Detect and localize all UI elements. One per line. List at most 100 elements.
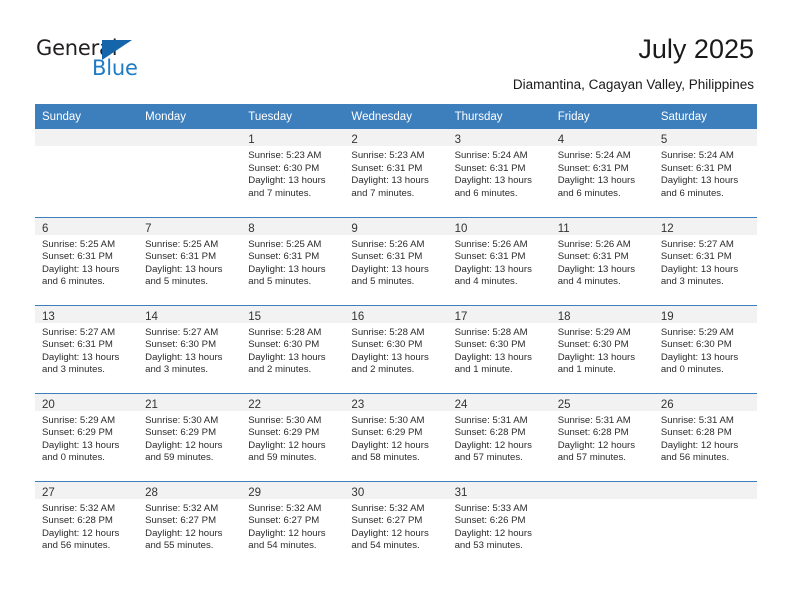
calendar-day-cell-empty bbox=[138, 129, 242, 217]
day-number-band: 12 bbox=[653, 217, 757, 235]
calendar-day-cell[interactable]: 21 Sunrise: 5:30 AM Sunset: 6:29 PM Dayligh… bbox=[138, 392, 242, 481]
day-details: Sunrise: 5:31 AM Sunset: 6:28 PM Daylight:… bbox=[448, 411, 551, 465]
calendar-day-cell[interactable]: 19 Sunrise: 5:29 AM Sunset: 6:30 PM Dayligh… bbox=[653, 304, 757, 393]
calendar-day-cell[interactable]: 7 Sunrise: 5:25 AM Sunset: 6:31 PM Daylight… bbox=[138, 216, 242, 305]
daylight-text-line1: Daylight: 13 hours bbox=[351, 351, 429, 363]
daylight-text-line2: and 1 minute. bbox=[557, 364, 616, 376]
day-number-band bbox=[35, 129, 139, 146]
day-number: 31 bbox=[454, 486, 468, 499]
day-number: 1 bbox=[248, 134, 255, 146]
sunrise-text: Sunrise: 5:30 AM bbox=[351, 414, 425, 426]
calendar-day-cell[interactable]: 10 Sunrise: 5:26 AM Sunset: 6:31 PM Dayligh… bbox=[447, 216, 551, 305]
calendar-day-cell[interactable]: 11 Sunrise: 5:26 AM Sunset: 6:31 PM Dayligh… bbox=[550, 216, 654, 305]
calendar-day-cell[interactable]: 4 Sunrise: 5:24 AM Sunset: 6:31 PM Daylight… bbox=[550, 129, 654, 217]
month-calendar: Sunday Monday Tuesday Wednesday Thursday… bbox=[35, 104, 757, 569]
calendar-day-cell[interactable]: 18 Sunrise: 5:29 AM Sunset: 6:30 PM Dayligh… bbox=[550, 304, 654, 393]
day-details: Sunrise: 5:29 AM Sunset: 6:29 PM Daylight:… bbox=[35, 411, 138, 465]
calendar-day-cell[interactable]: 1 Sunrise: 5:23 AM Sunset: 6:30 PM Daylight… bbox=[241, 129, 345, 217]
day-details: Sunrise: 5:30 AM Sunset: 6:29 PM Daylight:… bbox=[138, 411, 241, 465]
daylight-text-line1: Daylight: 13 hours bbox=[248, 175, 326, 187]
daylight-text-line2: and 4 minutes. bbox=[454, 276, 518, 288]
calendar-day-cell[interactable]: 13 Sunrise: 5:27 AM Sunset: 6:31 PM Dayligh… bbox=[35, 304, 139, 393]
day-number-band: 4 bbox=[550, 129, 654, 146]
day-number: 10 bbox=[454, 222, 468, 235]
weekday-header-wednesday: Wednesday bbox=[344, 104, 448, 129]
calendar-day-cell[interactable]: 24 Sunrise: 5:31 AM Sunset: 6:28 PM Dayligh… bbox=[447, 392, 551, 481]
day-details: Sunrise: 5:26 AM Sunset: 6:31 PM Daylight:… bbox=[344, 235, 447, 289]
day-details: Sunrise: 5:30 AM Sunset: 6:29 PM Daylight:… bbox=[241, 411, 344, 465]
sunset-text: Sunset: 6:27 PM bbox=[248, 515, 320, 527]
day-number-band: 15 bbox=[241, 305, 345, 323]
weekday-header-saturday: Saturday bbox=[653, 104, 757, 129]
sunrise-text: Sunrise: 5:31 AM bbox=[557, 414, 631, 426]
day-number: 15 bbox=[248, 310, 262, 323]
calendar-day-cell[interactable]: 15 Sunrise: 5:28 AM Sunset: 6:30 PM Dayligh… bbox=[241, 304, 345, 393]
sunrise-text: Sunrise: 5:32 AM bbox=[42, 502, 116, 514]
calendar-day-cell[interactable]: 17 Sunrise: 5:28 AM Sunset: 6:30 PM Dayligh… bbox=[447, 304, 551, 393]
calendar-day-cell[interactable]: 5 Sunrise: 5:24 AM Sunset: 6:31 PM Daylight… bbox=[653, 129, 757, 217]
day-number-band: 1 bbox=[241, 129, 345, 146]
sunset-text: Sunset: 6:30 PM bbox=[248, 162, 320, 174]
calendar-day-cell[interactable]: 27 Sunrise: 5:32 AM Sunset: 6:28 PM Dayligh… bbox=[35, 480, 139, 569]
calendar-day-cell[interactable]: 9 Sunrise: 5:26 AM Sunset: 6:31 PM Daylight… bbox=[344, 216, 448, 305]
calendar-day-cell[interactable]: 29 Sunrise: 5:32 AM Sunset: 6:27 PM Dayligh… bbox=[241, 480, 345, 569]
sunrise-text: Sunrise: 5:30 AM bbox=[248, 414, 322, 426]
calendar-day-cell[interactable]: 22 Sunrise: 5:30 AM Sunset: 6:29 PM Dayligh… bbox=[241, 392, 345, 481]
calendar-day-cell[interactable]: 14 Sunrise: 5:27 AM Sunset: 6:30 PM Dayligh… bbox=[138, 304, 242, 393]
daylight-text-line1: Daylight: 13 hours bbox=[557, 351, 636, 363]
daylight-text-line2: and 59 minutes. bbox=[145, 452, 214, 464]
calendar-day-cell[interactable]: 12 Sunrise: 5:27 AM Sunset: 6:31 PM Dayligh… bbox=[653, 216, 757, 305]
calendar-day-cell[interactable]: 8 Sunrise: 5:25 AM Sunset: 6:31 PM Daylight… bbox=[241, 216, 345, 305]
calendar-day-cell[interactable]: 6 Sunrise: 5:25 AM Sunset: 6:31 PM Daylight… bbox=[35, 216, 139, 305]
sunrise-text: Sunrise: 5:29 AM bbox=[42, 414, 116, 426]
calendar-day-cell-empty bbox=[35, 129, 139, 217]
calendar-day-cell[interactable]: 16 Sunrise: 5:28 AM Sunset: 6:30 PM Dayligh… bbox=[344, 304, 448, 393]
day-details: Sunrise: 5:23 AM Sunset: 6:31 PM Daylight:… bbox=[344, 146, 447, 200]
daylight-text-line1: Daylight: 13 hours bbox=[454, 263, 532, 275]
sunset-text: Sunset: 6:31 PM bbox=[557, 162, 629, 174]
calendar-day-cell[interactable]: 2 Sunrise: 5:23 AM Sunset: 6:31 PM Daylight… bbox=[344, 129, 448, 217]
calendar-day-cell[interactable]: 3 Sunrise: 5:24 AM Sunset: 6:31 PM Daylight… bbox=[447, 129, 551, 217]
sunrise-text: Sunrise: 5:32 AM bbox=[248, 502, 322, 514]
weekday-header-thursday: Thursday bbox=[447, 104, 551, 129]
calendar-week-row: 20 Sunrise: 5:29 AM Sunset: 6:29 PM Dayligh… bbox=[35, 392, 757, 481]
sunset-text: Sunset: 6:31 PM bbox=[42, 251, 113, 263]
calendar-day-cell[interactable]: 30 Sunrise: 5:32 AM Sunset: 6:27 PM Dayligh… bbox=[344, 480, 448, 569]
day-details: Sunrise: 5:28 AM Sunset: 6:30 PM Daylight:… bbox=[241, 323, 344, 377]
calendar-day-cell[interactable]: 20 Sunrise: 5:29 AM Sunset: 6:29 PM Dayligh… bbox=[35, 392, 139, 481]
day-number-band: 19 bbox=[653, 305, 757, 323]
calendar-day-cell[interactable]: 26 Sunrise: 5:31 AM Sunset: 6:28 PM Dayligh… bbox=[653, 392, 757, 481]
daylight-text-line1: Daylight: 13 hours bbox=[42, 439, 120, 451]
daylight-text-line2: and 5 minutes. bbox=[248, 276, 312, 288]
daylight-text-line2: and 7 minutes. bbox=[351, 187, 415, 199]
day-number-band: 23 bbox=[344, 393, 448, 411]
daylight-text-line1: Daylight: 13 hours bbox=[42, 351, 120, 363]
daylight-text-line2: and 2 minutes. bbox=[351, 364, 415, 376]
day-details: Sunrise: 5:25 AM Sunset: 6:31 PM Daylight:… bbox=[35, 235, 138, 289]
day-number: 25 bbox=[557, 398, 571, 411]
sunrise-text: Sunrise: 5:33 AM bbox=[454, 502, 528, 514]
day-number: 2 bbox=[351, 134, 358, 146]
sunrise-text: Sunrise: 5:28 AM bbox=[351, 326, 425, 338]
sunset-text: Sunset: 6:29 PM bbox=[145, 427, 217, 439]
calendar-day-cell[interactable]: 23 Sunrise: 5:30 AM Sunset: 6:29 PM Dayligh… bbox=[344, 392, 448, 481]
day-number-band: 9 bbox=[344, 217, 448, 235]
calendar-day-cell[interactable]: 28 Sunrise: 5:32 AM Sunset: 6:27 PM Dayligh… bbox=[138, 480, 242, 569]
calendar-day-cell[interactable]: 31 Sunrise: 5:33 AM Sunset: 6:26 PM Dayligh… bbox=[447, 480, 551, 569]
general-blue-logo[interactable]: General Blue bbox=[36, 36, 176, 84]
daylight-text-line2: and 0 minutes. bbox=[42, 452, 105, 464]
sunset-text: Sunset: 6:29 PM bbox=[42, 427, 113, 439]
weekday-header-monday: Monday bbox=[138, 104, 242, 129]
daylight-text-line1: Daylight: 13 hours bbox=[557, 263, 636, 275]
calendar-day-cell[interactable]: 25 Sunrise: 5:31 AM Sunset: 6:28 PM Dayligh… bbox=[550, 392, 654, 481]
daylight-text-line1: Daylight: 12 hours bbox=[145, 527, 223, 539]
sunrise-text: Sunrise: 5:28 AM bbox=[454, 326, 528, 338]
sunset-text: Sunset: 6:30 PM bbox=[557, 339, 629, 351]
daylight-text-line1: Daylight: 13 hours bbox=[454, 351, 532, 363]
sunset-text: Sunset: 6:28 PM bbox=[660, 427, 732, 439]
day-number-band: 28 bbox=[138, 481, 242, 499]
sunrise-text: Sunrise: 5:25 AM bbox=[145, 238, 219, 250]
day-number: 11 bbox=[557, 222, 570, 235]
sunrise-text: Sunrise: 5:23 AM bbox=[351, 150, 425, 161]
day-number: 9 bbox=[351, 222, 358, 235]
